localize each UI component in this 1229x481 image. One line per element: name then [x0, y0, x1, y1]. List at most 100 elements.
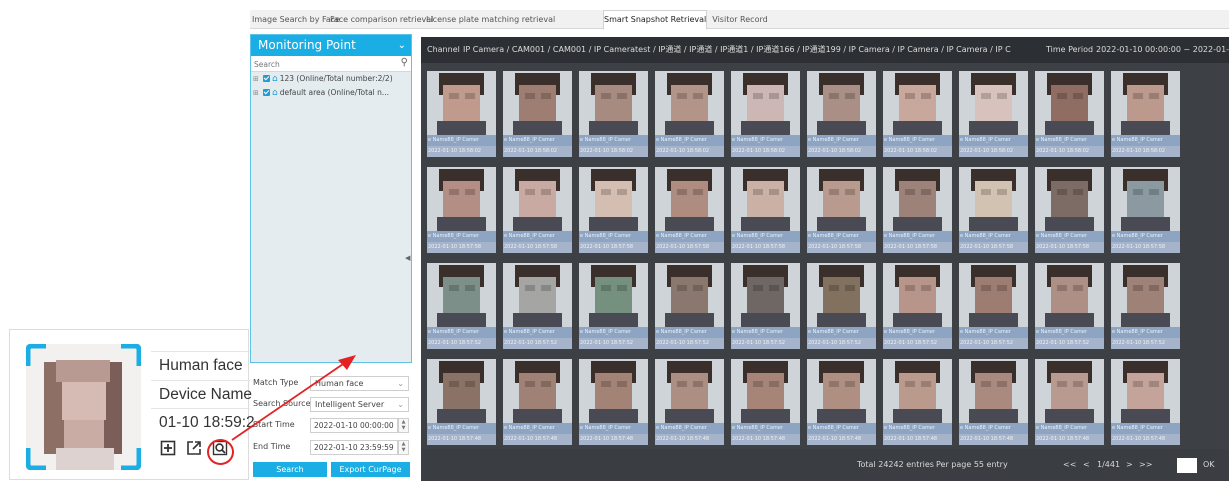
snapshot-card[interactable]: e Name88_IP Camer 2022-01-10 18:57:58 — [503, 167, 572, 253]
snapshot-name-caption: e Name88_IP Camer — [579, 231, 648, 242]
snapshot-card[interactable]: e Name88_IP Camer 2022-01-10 18:57:52 — [427, 263, 496, 349]
tab-face-comparison-retrieval[interactable]: Face comparison retrieval — [330, 11, 433, 29]
snapshot-name-caption: e Name88_IP Camer — [959, 423, 1028, 434]
snapshot-thumbnail — [1111, 263, 1180, 327]
snapshot-card[interactable]: e Name88_IP Camer 2022-01-10 18:57:58 — [1111, 167, 1180, 253]
tree-item-default-area[interactable]: ⊞ ⌂ default area (Online/Total n... — [251, 86, 411, 100]
snapshot-card[interactable]: e Name88_IP Camer 2022-01-10 18:57:58 — [1035, 167, 1104, 253]
snapshot-card[interactable]: e Name88_IP Camer 2022-01-10 18:57:52 — [883, 263, 952, 349]
snapshot-name-caption: e Name88_IP Camer — [883, 423, 952, 434]
tree-item-123[interactable]: ⊞ ⌂ 123 (Online/Total number:2/2) — [251, 72, 411, 86]
prev-page-button[interactable]: < — [1083, 449, 1090, 481]
snapshot-name-caption: e Name88_IP Camer — [503, 135, 572, 146]
snapshot-name-caption: e Name88_IP Camer — [959, 327, 1028, 338]
collapse-handle-icon[interactable]: ◀ — [405, 254, 410, 264]
snapshot-thumbnail — [807, 359, 876, 423]
snapshot-time-caption: 2022-01-10 18:57:48 — [579, 434, 648, 445]
tab-smart-snapshot-retrieval[interactable]: Smart Snapshot Retrieval — [603, 10, 707, 30]
snapshot-time-caption: 2022-01-10 18:58:02 — [503, 146, 572, 157]
checkbox-icon[interactable] — [263, 75, 270, 82]
snapshot-card[interactable]: e Name88_IP Camer 2022-01-10 18:57:58 — [807, 167, 876, 253]
last-page-button[interactable]: >> — [1139, 449, 1152, 481]
snapshot-card[interactable]: e Name88_IP Camer 2022-01-10 18:58:02 — [959, 71, 1028, 157]
expand-icon[interactable]: ⊞ — [253, 86, 261, 100]
snapshot-name-caption: e Name88_IP Camer — [959, 135, 1028, 146]
snapshot-card[interactable]: e Name88_IP Camer 2022-01-10 18:58:02 — [1111, 71, 1180, 157]
chevron-down-icon[interactable]: ⌄ — [398, 35, 406, 56]
snapshot-card[interactable]: e Name88_IP Camer 2022-01-10 18:57:52 — [731, 263, 800, 349]
snapshot-thumbnail — [427, 167, 496, 231]
snapshot-card[interactable]: e Name88_IP Camer 2022-01-10 18:57:58 — [731, 167, 800, 253]
snapshot-card[interactable]: e Name88_IP Camer 2022-01-10 18:57:52 — [1111, 263, 1180, 349]
export-curpage-button[interactable]: Export CurPage — [331, 462, 410, 477]
snapshot-card[interactable]: e Name88_IP Camer 2022-01-10 18:57:58 — [959, 167, 1028, 253]
snapshot-thumbnail — [579, 359, 648, 423]
snapshot-thumbnail — [579, 167, 648, 231]
snapshot-card[interactable]: e Name88_IP Camer 2022-01-10 18:57:48 — [503, 359, 572, 445]
add-icon[interactable] — [160, 440, 176, 456]
tree-item-label: 123 (Online/Total number:2/2) — [279, 74, 393, 83]
time-period-value: 2022-01-10 00:00:00 ~ 2022-01-10 2 — [1096, 45, 1229, 54]
snapshot-card[interactable]: e Name88_IP Camer 2022-01-10 18:57:52 — [579, 263, 648, 349]
snapshot-card[interactable]: e Name88_IP Camer 2022-01-10 18:57:52 — [655, 263, 724, 349]
snapshot-card[interactable]: e Name88_IP Camer 2022-01-10 18:58:02 — [883, 71, 952, 157]
ok-button[interactable]: OK — [1203, 449, 1215, 481]
snapshot-time-caption: 2022-01-10 18:57:52 — [1035, 338, 1104, 349]
snapshot-card[interactable]: e Name88_IP Camer 2022-01-10 18:57:58 — [655, 167, 724, 253]
snapshot-card[interactable]: e Name88_IP Camer 2022-01-10 18:57:48 — [1035, 359, 1104, 445]
snapshot-thumbnail — [883, 359, 952, 423]
snapshot-time-caption: 2022-01-10 18:57:58 — [959, 242, 1028, 253]
snapshot-thumbnail — [883, 71, 952, 135]
snapshot-card[interactable]: e Name88_IP Camer 2022-01-10 18:57:58 — [427, 167, 496, 253]
open-external-icon[interactable] — [186, 440, 202, 456]
snapshot-card[interactable]: e Name88_IP Camer 2022-01-10 18:57:48 — [579, 359, 648, 445]
tab-license-plate-matching-retrieval[interactable]: License plate matching retrieval — [426, 11, 555, 29]
snapshot-card[interactable]: e Name88_IP Camer 2022-01-10 18:57:58 — [579, 167, 648, 253]
search-icon[interactable]: ⚲ — [401, 57, 408, 68]
snapshot-card[interactable]: e Name88_IP Camer 2022-01-10 18:58:02 — [503, 71, 572, 157]
snapshot-card[interactable]: e Name88_IP Camer 2022-01-10 18:57:58 — [883, 167, 952, 253]
page-number-input[interactable] — [1177, 458, 1197, 473]
snapshot-card[interactable]: e Name88_IP Camer 2022-01-10 18:57:48 — [1111, 359, 1180, 445]
snapshot-thumbnail — [427, 359, 496, 423]
next-page-button[interactable]: > — [1126, 449, 1133, 481]
tree-item-label: default area (Online/Total n... — [279, 88, 390, 97]
snapshot-card[interactable]: e Name88_IP Camer 2022-01-10 18:57:48 — [731, 359, 800, 445]
snapshot-card[interactable]: e Name88_IP Camer 2022-01-10 18:58:02 — [731, 71, 800, 157]
search-row: ⚲ — [251, 56, 411, 72]
snapshot-card[interactable]: e Name88_IP Camer 2022-01-10 18:57:48 — [427, 359, 496, 445]
snapshot-card[interactable]: e Name88_IP Camer 2022-01-10 18:57:48 — [655, 359, 724, 445]
snapshot-card[interactable]: e Name88_IP Camer 2022-01-10 18:57:48 — [807, 359, 876, 445]
snapshot-card[interactable]: e Name88_IP Camer 2022-01-10 18:57:52 — [503, 263, 572, 349]
expand-icon[interactable]: ⊞ — [253, 72, 261, 86]
snapshot-name-caption: e Name88_IP Camer — [807, 135, 876, 146]
start-time-spinner[interactable]: ▲ ▼ — [398, 418, 409, 433]
snapshot-card[interactable]: e Name88_IP Camer 2022-01-10 18:58:02 — [1035, 71, 1104, 157]
end-time-spinner[interactable]: ▲ ▼ — [398, 440, 409, 455]
snapshot-name-caption: e Name88_IP Camer — [503, 423, 572, 434]
snapshot-card[interactable]: e Name88_IP Camer 2022-01-10 18:57:52 — [959, 263, 1028, 349]
monitoring-point-header[interactable]: Monitoring Point ⌄ — [251, 35, 411, 56]
snapshot-name-caption: e Name88_IP Camer — [655, 327, 724, 338]
search-input[interactable] — [251, 56, 411, 72]
snapshot-card[interactable]: e Name88_IP Camer 2022-01-10 18:57:52 — [1035, 263, 1104, 349]
snapshot-time-caption: 2022-01-10 18:57:58 — [1111, 242, 1180, 253]
first-page-button[interactable]: << — [1063, 449, 1076, 481]
snapshot-thumbnail — [883, 167, 952, 231]
time-period-label: Time Period — [1046, 45, 1094, 54]
snapshot-card[interactable]: e Name88_IP Camer 2022-01-10 18:57:52 — [807, 263, 876, 349]
snapshot-thumbnail — [959, 263, 1028, 327]
snapshot-card[interactable]: e Name88_IP Camer 2022-01-10 18:57:48 — [959, 359, 1028, 445]
snapshot-time-caption: 2022-01-10 18:57:52 — [959, 338, 1028, 349]
snapshot-card[interactable]: e Name88_IP Camer 2022-01-10 18:58:02 — [807, 71, 876, 157]
results-panel: Channel IP Camera / CAM001 / CAM001 / IP… — [421, 37, 1229, 481]
checkbox-icon[interactable] — [263, 89, 270, 96]
page-indicator: 1/441 — [1097, 460, 1121, 469]
snapshot-card[interactable]: e Name88_IP Camer 2022-01-10 18:58:02 — [579, 71, 648, 157]
snapshot-card[interactable]: e Name88_IP Camer 2022-01-10 18:58:02 — [427, 71, 496, 157]
tab-visitor-record[interactable]: Visitor Record — [711, 11, 769, 29]
tab-image-search-by-face[interactable]: Image Search by Face — [252, 11, 340, 29]
snapshot-card[interactable]: e Name88_IP Camer 2022-01-10 18:58:02 — [655, 71, 724, 157]
search-button[interactable]: Search — [253, 462, 327, 477]
snapshot-card[interactable]: e Name88_IP Camer 2022-01-10 18:57:48 — [883, 359, 952, 445]
